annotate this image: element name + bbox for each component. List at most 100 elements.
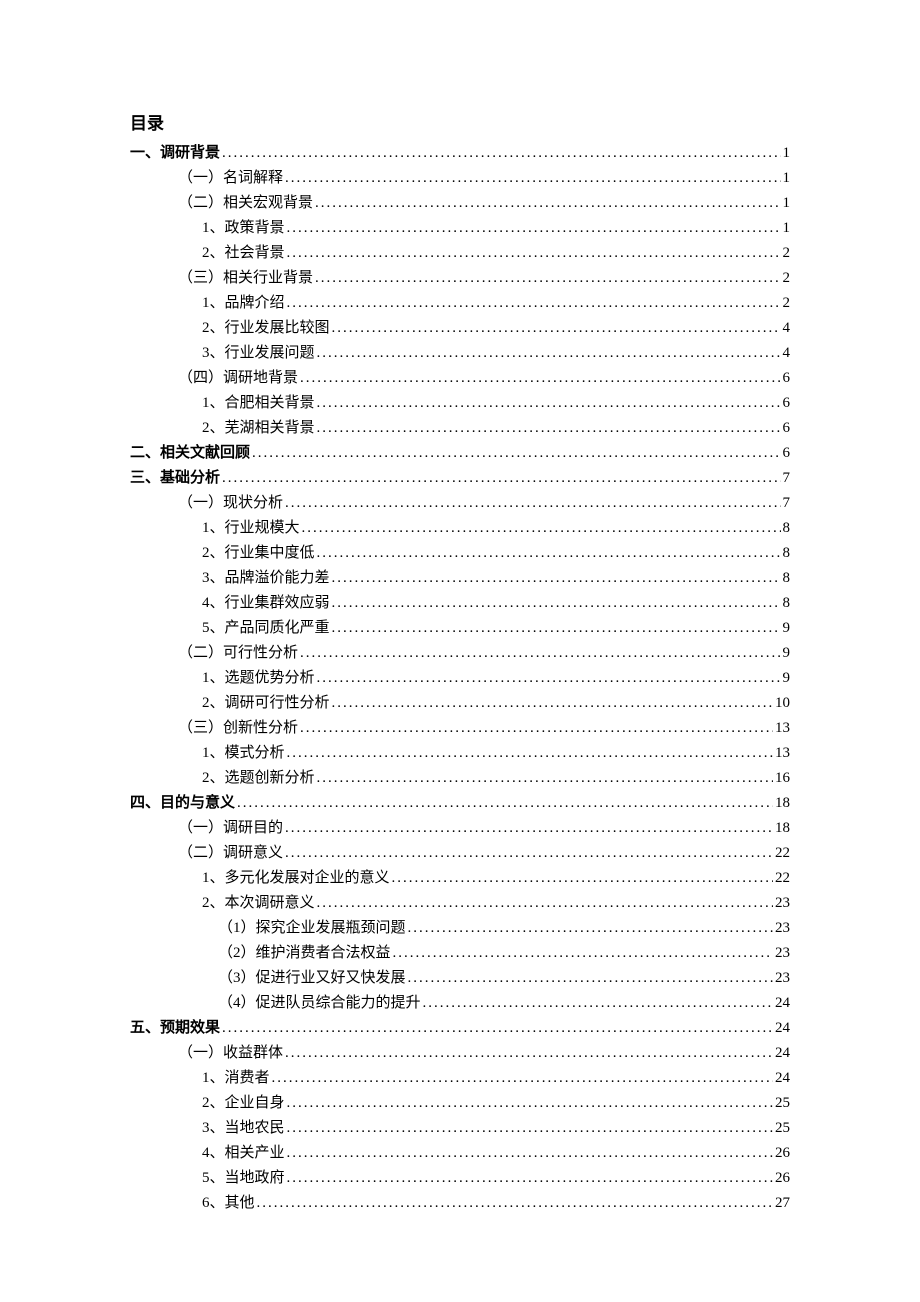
toc-entry-label: （二）可行性分析 — [178, 641, 298, 665]
toc-dot-leader — [315, 266, 780, 290]
toc-dot-leader — [287, 1141, 773, 1165]
toc-entry-page: 24 — [775, 1066, 790, 1090]
toc-entry-page: 23 — [775, 891, 790, 915]
toc-dot-leader — [317, 391, 781, 415]
toc-entry-label: （2）维护消费者合法权益 — [218, 941, 391, 965]
toc-entry: 二、相关文献回顾 6 — [130, 441, 790, 465]
toc-entry-page: 1 — [783, 216, 791, 240]
toc-dot-leader — [252, 441, 780, 465]
toc-entry: （三）创新性分析13 — [130, 716, 790, 740]
toc-entry: 2、企业自身25 — [130, 1091, 790, 1115]
toc-entry-label: 2、调研可行性分析 — [202, 691, 330, 715]
toc-entry: 四、目的与意义18 — [130, 791, 790, 815]
toc-entry: （一）现状分析 7 — [130, 491, 790, 515]
toc-dot-leader — [287, 1166, 773, 1190]
toc-dot-leader — [285, 841, 773, 865]
toc-entry-page: 16 — [775, 766, 790, 790]
toc-entry: 三、基础分析7 — [130, 466, 790, 490]
toc-entry-label: （二）相关宏观背景 — [178, 191, 313, 215]
toc-entry-page: 1 — [783, 141, 791, 165]
toc-dot-leader — [287, 241, 781, 265]
toc-entry: （4）促进队员综合能力的提升 24 — [130, 991, 790, 1015]
toc-entry-page: 13 — [775, 741, 790, 765]
toc-entry-page: 18 — [775, 791, 790, 815]
toc-entry: 5、当地政府26 — [130, 1166, 790, 1190]
toc-dot-leader — [285, 1041, 773, 1065]
toc-entry-label: 1、选题优势分析 — [202, 666, 315, 690]
toc-entry: 1、行业规模大8 — [130, 516, 790, 540]
toc-entry-label: 6、其他 — [202, 1191, 255, 1215]
toc-dot-leader — [300, 641, 780, 665]
toc-entry: 2、调研可行性分析 10 — [130, 691, 790, 715]
toc-dot-leader — [317, 541, 781, 565]
toc-dot-leader — [285, 166, 780, 190]
toc-entry-page: 8 — [783, 516, 791, 540]
toc-dot-leader — [302, 516, 781, 540]
toc-entry-label: 2、社会背景 — [202, 241, 285, 265]
toc-entry-page: 4 — [783, 341, 791, 365]
toc-dot-leader — [287, 1091, 773, 1115]
toc-dot-leader — [287, 741, 773, 765]
toc-entry-page: 6 — [783, 391, 791, 415]
toc-entry: 2、芜湖相关背景6 — [130, 416, 790, 440]
toc-dot-leader — [392, 866, 773, 890]
toc-entry-page: 25 — [775, 1116, 790, 1140]
toc-title: 目录 — [130, 110, 790, 137]
toc-dot-leader — [257, 1191, 773, 1215]
toc-entry-label: 1、消费者 — [202, 1066, 270, 1090]
toc-entry: 6、其他27 — [130, 1191, 790, 1215]
toc-entry-page: 6 — [783, 441, 791, 465]
toc-entry: 2、本次调研意义23 — [130, 891, 790, 915]
toc-entry: （2）维护消费者合法权益23 — [130, 941, 790, 965]
toc-entry-page: 2 — [783, 291, 791, 315]
toc-entry: （3）促进行业又好又快发展23 — [130, 966, 790, 990]
toc-entry: 2、行业集中度低8 — [130, 541, 790, 565]
toc-dot-leader — [300, 716, 773, 740]
toc-entry-page: 13 — [775, 716, 790, 740]
toc-entry-page: 10 — [775, 691, 790, 715]
toc-entry-label: 三、基础分析 — [130, 466, 220, 490]
toc-entry: （一）收益群体24 — [130, 1041, 790, 1065]
toc-entry-page: 1 — [783, 166, 791, 190]
toc-entry-page: 23 — [775, 966, 790, 990]
toc-entry-page: 23 — [775, 916, 790, 940]
toc-entry-label: 2、选题创新分析 — [202, 766, 315, 790]
toc-entry: 1、消费者 24 — [130, 1066, 790, 1090]
toc-entry-page: 7 — [783, 491, 791, 515]
toc-entry-label: （四）调研地背景 — [178, 366, 298, 390]
toc-entry: 3、品牌溢价能力差8 — [130, 566, 790, 590]
toc-entry: 1、选题优势分析9 — [130, 666, 790, 690]
toc-entry-page: 9 — [783, 616, 791, 640]
toc-entry-label: 1、品牌介绍 — [202, 291, 285, 315]
toc-entry: 五、预期效果24 — [130, 1016, 790, 1040]
toc-entry-label: （一）调研目的 — [178, 816, 283, 840]
toc-entry: 4、相关产业26 — [130, 1141, 790, 1165]
toc-entry: （二）相关宏观背景1 — [130, 191, 790, 215]
toc-dot-leader — [332, 566, 781, 590]
toc-entry: 1、政策背景1 — [130, 216, 790, 240]
toc-entry-label: 2、行业集中度低 — [202, 541, 315, 565]
toc-entry: （二）可行性分析9 — [130, 641, 790, 665]
toc-entry-page: 24 — [775, 991, 790, 1015]
toc-dot-leader — [287, 291, 781, 315]
toc-entry-label: 2、企业自身 — [202, 1091, 285, 1115]
toc-entry-label: （4）促进队员综合能力的提升 — [218, 991, 421, 1015]
toc-entry-page: 18 — [775, 816, 790, 840]
toc-entry-label: （一）现状分析 — [178, 491, 283, 515]
toc-dot-leader — [317, 416, 781, 440]
toc-dot-leader — [315, 191, 780, 215]
toc-dot-leader — [408, 966, 773, 990]
toc-dot-leader — [285, 816, 773, 840]
toc-entry-label: 1、多元化发展对企业的意义 — [202, 866, 390, 890]
toc-entry-label: 3、品牌溢价能力差 — [202, 566, 330, 590]
toc-dot-leader — [317, 341, 781, 365]
toc-entry-page: 26 — [775, 1166, 790, 1190]
toc-entry-label: 二、相关文献回顾 — [130, 441, 250, 465]
toc-entry-page: 24 — [775, 1041, 790, 1065]
toc-dot-leader — [222, 141, 780, 165]
toc-entry-label: 1、模式分析 — [202, 741, 285, 765]
toc-entry: （一）调研目的 18 — [130, 816, 790, 840]
toc-entry: 一、调研背景1 — [130, 141, 790, 165]
toc-dot-leader — [222, 1016, 773, 1040]
toc-entry-label: （一）名词解释 — [178, 166, 283, 190]
